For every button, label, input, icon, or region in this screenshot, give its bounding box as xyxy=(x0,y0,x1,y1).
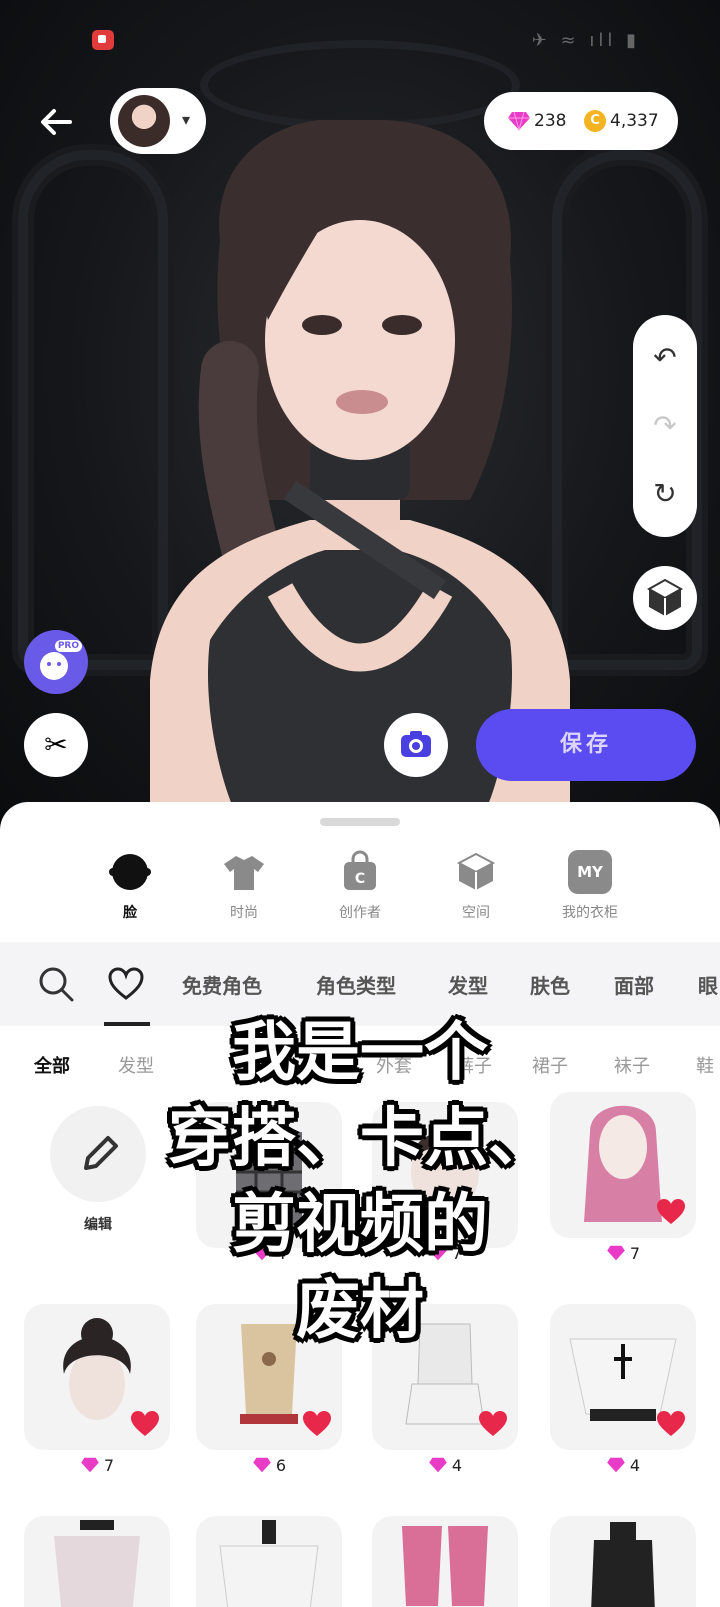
undo-button[interactable]: ↶ xyxy=(633,333,697,383)
gem-icon xyxy=(81,1457,99,1473)
chevron-down-icon: ▾ xyxy=(181,110,190,129)
pink-outfit-image xyxy=(402,1526,488,1606)
video-caption-overlay: 我是一个 穿搭、卡点、 剪视频的 废材 xyxy=(160,1010,560,1354)
search-icon[interactable] xyxy=(36,964,76,1004)
item-tile[interactable] xyxy=(196,1516,342,1607)
character-switcher[interactable]: ▾ xyxy=(110,88,206,154)
system-icons: ✈ ≈ ıll ▮ xyxy=(531,30,640,51)
tab-fashion[interactable]: 时尚 xyxy=(194,850,294,922)
item-tile[interactable] xyxy=(372,1516,518,1607)
item-price: 4 xyxy=(372,1456,518,1475)
caption-line: 穿搭、卡点、 xyxy=(168,1102,552,1176)
sub-category[interactable]: 袜子 xyxy=(614,1052,650,1078)
tshirt-icon xyxy=(224,856,264,890)
price-value: 4 xyxy=(451,1456,463,1475)
back-button[interactable] xyxy=(34,100,78,144)
item-tile[interactable] xyxy=(550,1304,696,1450)
tab-label: 时尚 xyxy=(230,905,258,921)
coin-icon: C xyxy=(584,110,606,132)
edit-label: 编辑 xyxy=(84,1217,112,1233)
item-price: 6 xyxy=(196,1456,342,1475)
filter-chip[interactable]: 肤色 xyxy=(530,970,570,999)
cube-icon xyxy=(646,578,684,616)
category-tabs: 脸 时尚 C 创作者 空间 MY 我的衣柜 xyxy=(0,850,720,940)
tab-label: 我的衣柜 xyxy=(562,905,618,921)
sheet-grabber[interactable] xyxy=(320,818,400,826)
tab-creator[interactable]: C 创作者 xyxy=(310,850,410,922)
pencil-icon xyxy=(84,1136,118,1170)
tab-label: 创作者 xyxy=(339,905,381,921)
filter-chip[interactable]: 眼 xyxy=(698,970,718,999)
history-controls: ↶ ↷ ↻ xyxy=(633,315,697,537)
wall-frame-left xyxy=(18,150,168,670)
filter-chip[interactable]: 免费角色 xyxy=(182,970,262,999)
heart-filled-icon[interactable] xyxy=(478,1410,508,1438)
heart-filled-icon[interactable] xyxy=(656,1198,686,1226)
my-wardrobe-icon: MY xyxy=(568,850,612,894)
tab-my-wardrobe[interactable]: MY 我的衣柜 xyxy=(540,850,640,922)
price-value: 4 xyxy=(629,1456,641,1475)
price-value: 7 xyxy=(629,1244,641,1263)
gem-icon xyxy=(253,1457,271,1473)
status-bar: ✈ ≈ ıll ▮ xyxy=(0,30,720,54)
cube-icon xyxy=(456,852,496,890)
price-value: 7 xyxy=(103,1456,115,1475)
character-avatar xyxy=(118,95,170,147)
caption-line: 废材 xyxy=(296,1274,424,1348)
sub-category[interactable]: 发型 xyxy=(118,1052,154,1078)
item-tile[interactable] xyxy=(550,1092,696,1238)
screen-record-icon xyxy=(92,30,114,50)
pro-badge: PRO xyxy=(54,640,82,652)
price-value: 6 xyxy=(275,1456,287,1475)
redo-button[interactable]: ↷ xyxy=(633,401,697,451)
filter-chip[interactable]: 角色类型 xyxy=(316,970,396,999)
caption-line: 剪视频的 xyxy=(232,1188,488,1262)
item-tile[interactable] xyxy=(550,1516,696,1607)
pro-face-button[interactable]: PRO xyxy=(24,630,88,694)
caption-line: 我是一个 xyxy=(232,1016,488,1090)
coin-count: 4,337 xyxy=(610,111,659,131)
item-tile[interactable] xyxy=(24,1304,170,1450)
item-price: 7 xyxy=(24,1456,170,1475)
heart-filled-icon[interactable] xyxy=(656,1410,686,1438)
currency-balance[interactable]: 238 C 4,337 xyxy=(484,92,678,150)
edit-circle[interactable] xyxy=(50,1106,146,1202)
sub-category[interactable]: 鞋 xyxy=(696,1052,714,1078)
gem-count: 238 xyxy=(534,111,567,131)
gem-icon xyxy=(607,1245,625,1261)
camera-icon xyxy=(401,731,431,757)
svg-text:C: C xyxy=(355,871,365,887)
tab-space[interactable]: 空间 xyxy=(426,850,526,922)
gem-icon xyxy=(508,111,530,131)
tab-face[interactable]: 脸 xyxy=(80,850,180,922)
gem-icon xyxy=(429,1457,447,1473)
gem-icon xyxy=(607,1457,625,1473)
item-price: 4 xyxy=(550,1456,696,1475)
creator-bag-icon: C xyxy=(344,850,376,890)
filter-chip[interactable]: 发型 xyxy=(448,970,488,999)
filter-chip[interactable]: 面部 xyxy=(614,970,654,999)
heart-outline-icon[interactable] xyxy=(106,964,146,1004)
tab-label: 脸 xyxy=(123,905,137,921)
studded-top-image xyxy=(54,1520,140,1607)
view-3d-button[interactable] xyxy=(633,566,697,630)
save-button[interactable]: 保存 xyxy=(476,709,696,781)
heart-filled-icon[interactable] xyxy=(130,1410,160,1438)
item-price: 7 xyxy=(550,1244,696,1263)
reset-button[interactable]: ↻ xyxy=(633,469,697,519)
offshoulder-top-image xyxy=(219,1520,319,1607)
camera-button[interactable] xyxy=(384,713,448,777)
tab-label: 空间 xyxy=(462,905,490,921)
arrow-left-icon xyxy=(41,109,72,135)
item-tile[interactable] xyxy=(24,1516,170,1607)
black-halter-image xyxy=(591,1522,655,1607)
magic-wand-button[interactable]: ✂ xyxy=(24,713,88,777)
face-icon xyxy=(109,854,151,890)
sub-category[interactable]: 全部 xyxy=(34,1052,70,1078)
heart-filled-icon[interactable] xyxy=(302,1410,332,1438)
